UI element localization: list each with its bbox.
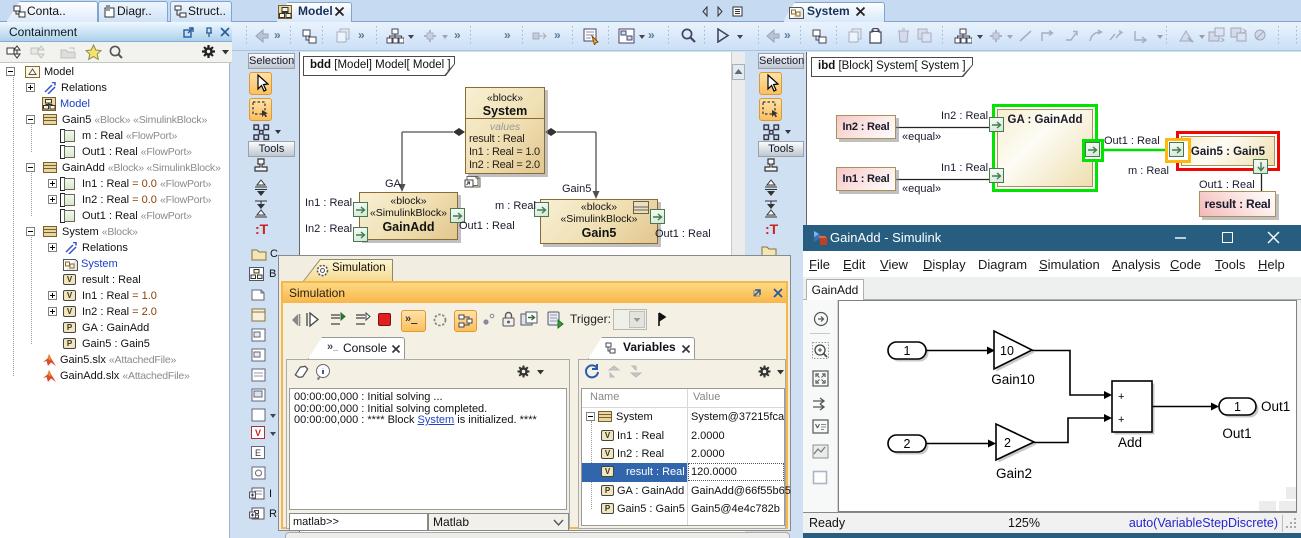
svg-text:Out1: Out1 (1261, 399, 1290, 414)
svg-text:10: 10 (1000, 344, 1014, 358)
svg-text:1: 1 (1234, 400, 1241, 414)
svg-text:+: + (1118, 391, 1124, 403)
svg-text:Gain10: Gain10 (991, 372, 1035, 387)
svg-text:Out1: Out1 (1222, 426, 1251, 441)
svg-text:2: 2 (1004, 436, 1011, 450)
svg-text:Gain2: Gain2 (996, 466, 1032, 481)
svg-text:Add: Add (1118, 435, 1142, 450)
svg-text:1: 1 (904, 344, 911, 358)
svg-text:+: + (1118, 414, 1124, 426)
svg-text:2: 2 (904, 437, 911, 451)
